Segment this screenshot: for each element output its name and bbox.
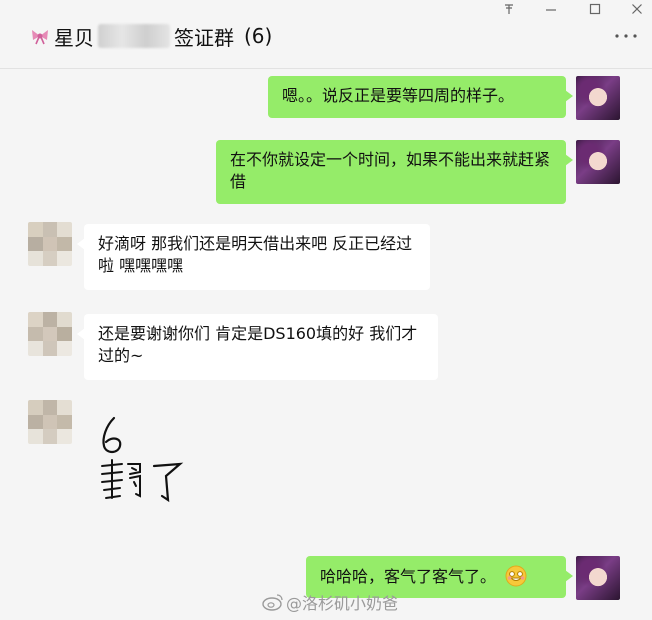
avatar[interactable] [576, 76, 620, 120]
grinning-emoji-icon [505, 565, 527, 587]
message-text: 好滴呀 那我们还是明天借出来吧 反正已经过啦 嘿嘿嘿嘿 [98, 234, 413, 275]
more-options-icon[interactable] [614, 32, 638, 40]
bow-icon [32, 30, 48, 45]
watermark: @洛杉矶小奶爸 [262, 590, 398, 614]
chat-title: 星贝 签证群 (6) [30, 22, 272, 50]
avatar[interactable] [576, 140, 620, 184]
avatar[interactable] [576, 556, 620, 600]
message-bubble-incoming[interactable]: 还是要谢谢你们 肯定是DS160填的好 我们才过的~ [77, 314, 438, 380]
weibo-icon [262, 594, 283, 611]
message-text: 在不你就设定一个时间，如果不能出来就赶紧借 [230, 150, 551, 191]
message-bubble-outgoing[interactable]: 在不你就设定一个时间，如果不能出来就赶紧借 [216, 140, 573, 204]
message-text: 哈哈哈，客气了客气了。 [320, 567, 497, 586]
avatar[interactable] [28, 222, 72, 266]
message-bubble-incoming[interactable]: 好滴呀 那我们还是明天借出来吧 反正已经过啦 嘿嘿嘿嘿 [77, 224, 430, 290]
message-bubble-outgoing[interactable]: 嗯。。说反正是要等四周的样子。 [268, 76, 573, 118]
member-count: (6) [244, 24, 273, 48]
redacted-name [98, 24, 170, 48]
pin-icon[interactable] [494, 0, 524, 18]
handwritten-note-image[interactable] [96, 412, 196, 504]
avatar[interactable] [28, 312, 72, 356]
chat-title-prefix: 星贝 [54, 25, 94, 50]
message-text: 还是要谢谢你们 肯定是DS160填的好 我们才过的~ [98, 324, 418, 365]
message-text: 嗯。。说反正是要等四周的样子。 [282, 86, 515, 105]
chat-title-suffix: 签证群 [174, 25, 234, 50]
watermark-text: @洛杉矶小奶爸 [285, 594, 398, 613]
maximize-icon[interactable] [580, 0, 610, 18]
chat-header: 星贝 签证群 (6) [0, 0, 652, 69]
minimize-icon[interactable] [536, 0, 566, 18]
avatar[interactable] [28, 400, 72, 444]
close-icon[interactable] [622, 0, 652, 18]
